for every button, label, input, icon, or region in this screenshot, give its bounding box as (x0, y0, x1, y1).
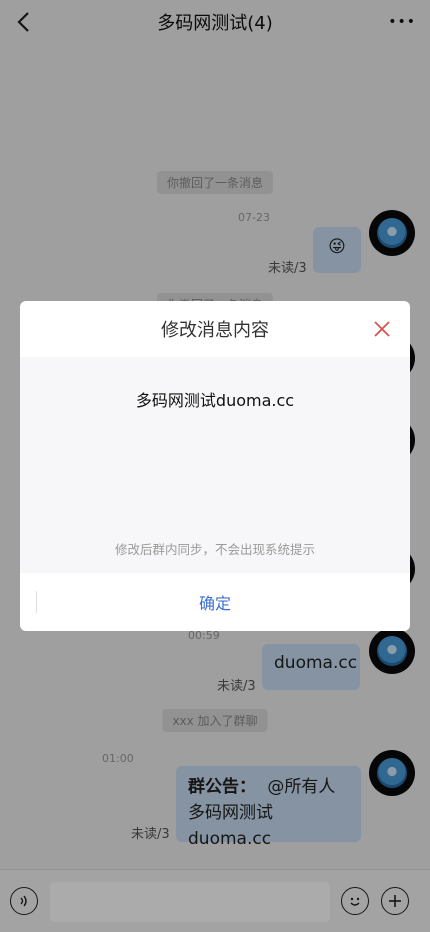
dialog-title: 修改消息内容 (161, 320, 269, 341)
close-icon[interactable] (372, 319, 392, 339)
edit-message-dialog: 修改消息内容 多码网测试duoma.cc 修改后群内同步，不会出现系统提示 确定 (20, 301, 410, 631)
edit-message-text[interactable]: 多码网测试duoma.cc (20, 387, 410, 411)
edit-hint: 修改后群内同步，不会出现系统提示 (114, 542, 315, 557)
confirm-button[interactable]: 确定 (20, 573, 410, 631)
message-edit-area[interactable]: 多码网测试duoma.cc 修改后群内同步，不会出现系统提示 (20, 357, 410, 573)
